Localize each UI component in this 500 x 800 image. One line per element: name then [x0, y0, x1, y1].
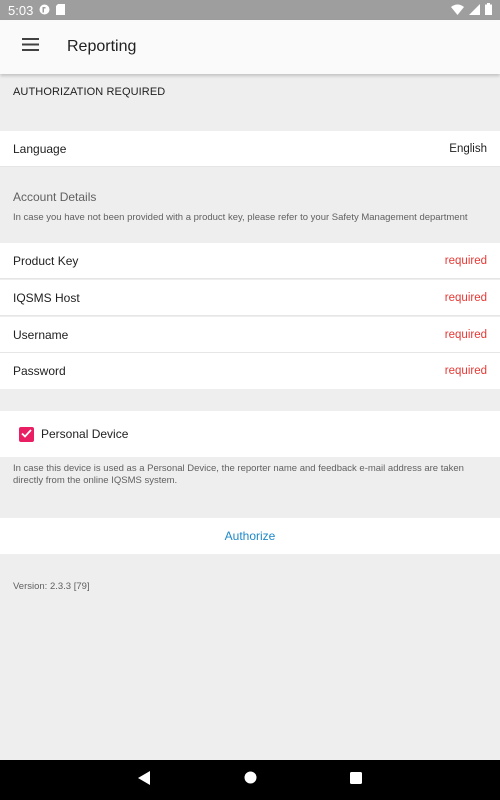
account-details-hint: In case you have not been provided with … — [13, 212, 468, 223]
personal-device-row[interactable]: Personal Device — [0, 411, 500, 457]
language-value: English — [449, 142, 487, 155]
recents-button[interactable] — [303, 760, 409, 800]
menu-button[interactable] — [8, 25, 52, 69]
back-triangle-icon — [137, 770, 151, 790]
product-key-value: required — [444, 254, 487, 267]
product-key-row[interactable]: Product Key required — [0, 243, 500, 279]
app-bar: Reporting — [0, 20, 500, 74]
personal-device-checkbox[interactable] — [19, 425, 34, 443]
wifi-icon — [451, 3, 464, 18]
hamburger-menu-icon — [21, 38, 39, 56]
authorize-button[interactable]: Authorize — [0, 518, 500, 554]
check-icon — [21, 425, 32, 443]
home-circle-icon — [244, 771, 257, 789]
language-row[interactable]: Language English — [0, 131, 500, 167]
product-key-label: Product Key — [13, 253, 79, 268]
status-bar: 5:03 — [0, 0, 500, 20]
home-button[interactable] — [197, 760, 303, 800]
password-row[interactable]: Password required — [0, 353, 500, 389]
account-details-title: Account Details — [13, 190, 97, 204]
password-label: Password — [13, 364, 66, 378]
iqsms-host-label: IQSMS Host — [13, 290, 80, 305]
username-label: Username — [13, 327, 69, 342]
battery-icon — [485, 2, 492, 18]
personal-device-label: Personal Device — [41, 427, 129, 441]
back-button[interactable] — [91, 760, 197, 800]
username-value: required — [444, 328, 487, 341]
iqsms-host-value: required — [444, 291, 487, 304]
status-time: 5:03 — [8, 2, 34, 18]
recents-square-icon — [350, 771, 362, 789]
authorization-header: AUTHORIZATION REQUIRED — [13, 86, 166, 98]
app-notification-icon — [39, 3, 50, 18]
signal-icon — [469, 3, 480, 18]
sd-card-icon — [56, 3, 66, 18]
password-value: required — [444, 365, 487, 377]
navigation-bar — [0, 760, 500, 800]
page-title: Reporting — [67, 38, 137, 55]
personal-device-hint: In case this device is used as a Persona… — [13, 463, 464, 486]
language-label: Language — [13, 141, 67, 156]
version-text: Version: 2.3.3 [79] — [13, 581, 90, 592]
iqsms-host-row[interactable]: IQSMS Host required — [0, 280, 500, 316]
username-row[interactable]: Username required — [0, 317, 500, 353]
